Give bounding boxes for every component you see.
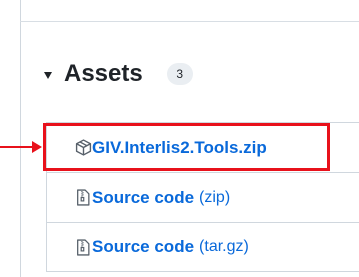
asset-link-source-code-zip[interactable]: Source code (92, 188, 194, 208)
assets-toggle[interactable]: Assets 3 (44, 56, 193, 92)
file-zip-icon (74, 189, 92, 207)
asset-link-tools-zip[interactable]: GIV.Interlis2.Tools.zip (92, 138, 267, 158)
asset-row-source-zip[interactable]: Source code (zip) (46, 172, 359, 222)
arrow-right-icon (32, 141, 42, 153)
asset-row-zip[interactable]: GIV.Interlis2.Tools.zip (46, 122, 359, 172)
file-zip-icon (74, 238, 92, 256)
package-icon (74, 139, 92, 157)
annotation-arrow-line (0, 146, 34, 148)
asset-row-source-targz[interactable]: Source code (tar.gz) (46, 222, 359, 272)
release-box-border (20, 0, 21, 277)
triangle-down-icon[interactable] (44, 71, 52, 79)
asset-list: GIV.Interlis2.Tools.zip Source code (zip… (46, 122, 359, 272)
asset-format-targz[interactable]: (tar.gz) (199, 238, 249, 256)
assets-title: Assets (64, 60, 143, 87)
asset-link-source-code-targz[interactable]: Source code (92, 237, 194, 257)
release-assets-panel: Assets 3 GIV.Interlis2.Tools.zip Source … (0, 0, 359, 277)
asset-format-zip[interactable]: (zip) (199, 189, 230, 207)
section-divider (20, 21, 359, 22)
assets-count-badge: 3 (166, 63, 193, 85)
